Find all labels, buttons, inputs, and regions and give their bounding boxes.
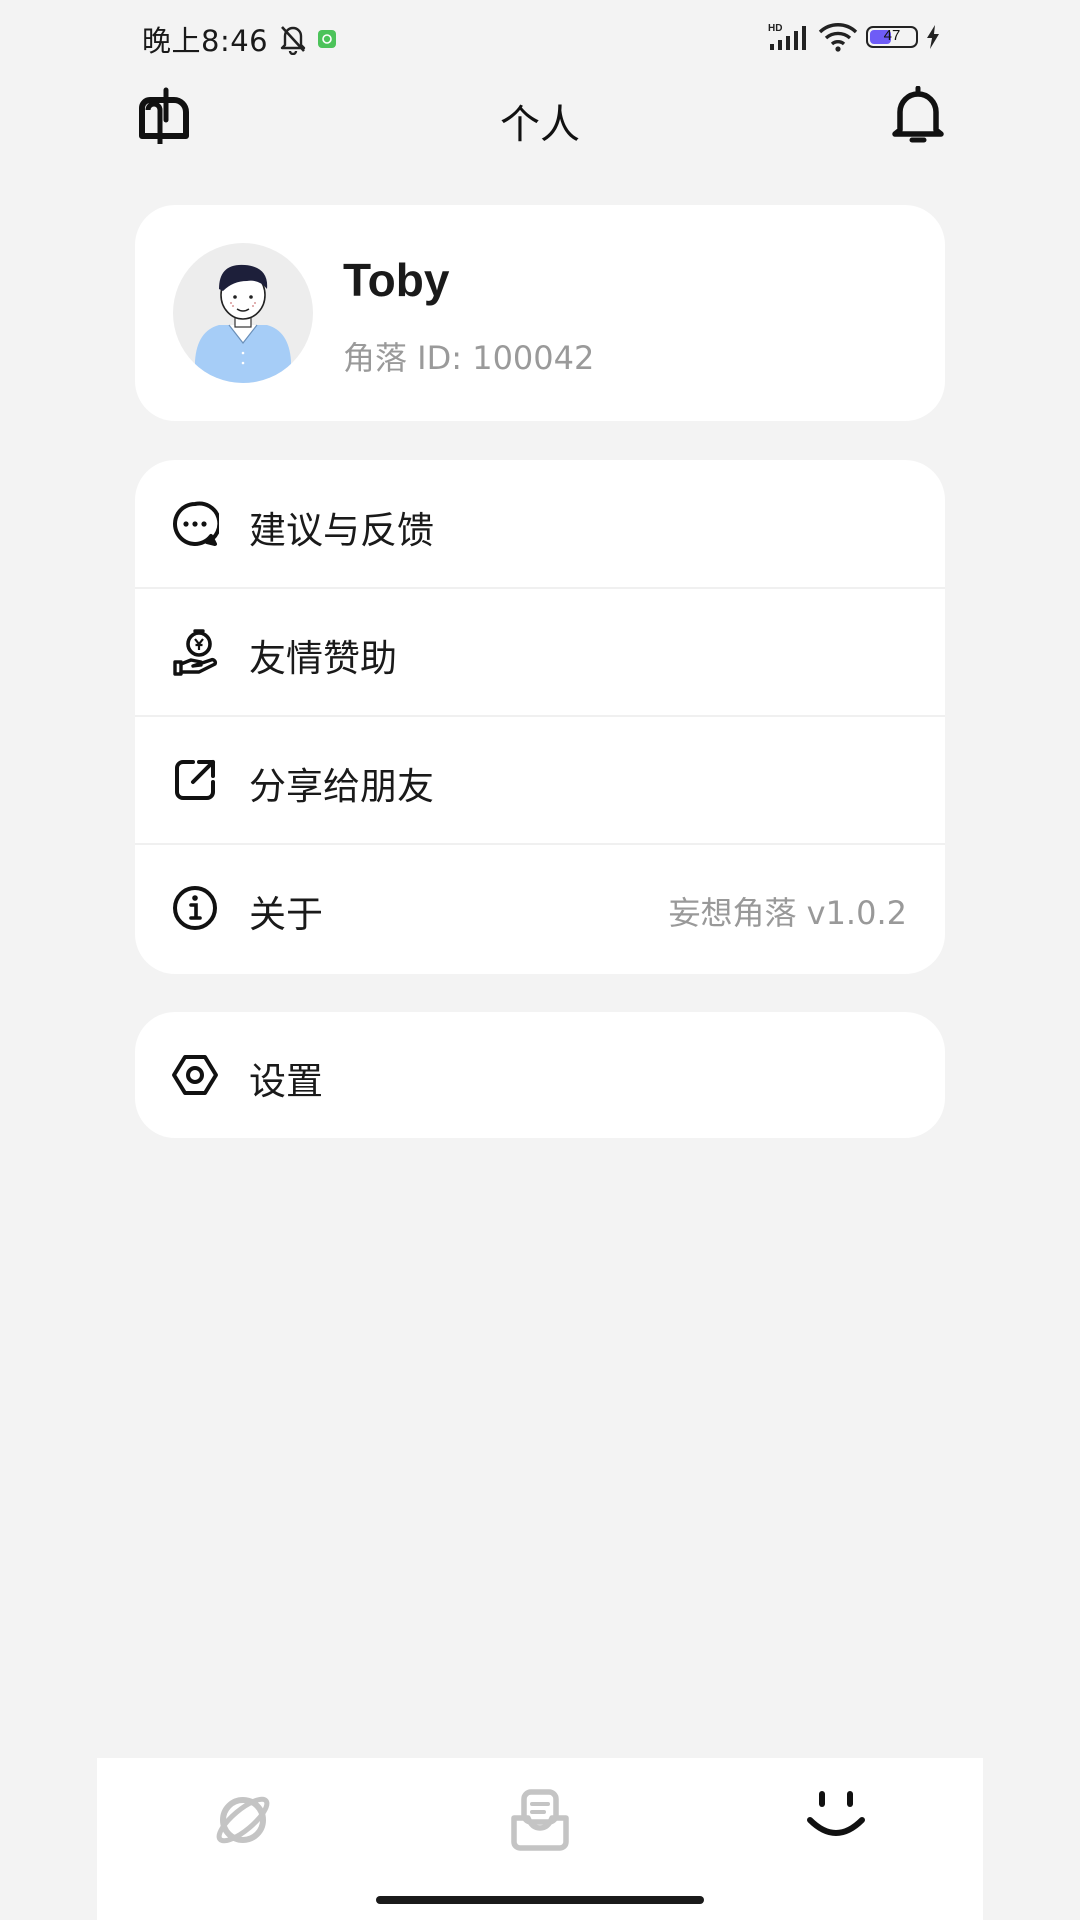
profile-card[interactable]: Toby 角落 ID: 100042 xyxy=(135,205,945,421)
menu-item-about[interactable]: 关于 妄想角落 v1.0.2 xyxy=(135,844,945,972)
inbox-tray-icon[interactable] xyxy=(508,1788,572,1852)
planet-icon[interactable] xyxy=(211,1788,275,1852)
menu-item-share[interactable]: 分享给朋友 xyxy=(135,716,945,844)
chat-bubble-icon xyxy=(173,501,219,546)
status-right: HD 47 xyxy=(768,22,940,52)
page-header: 个人 xyxy=(0,80,1080,170)
mute-bell-icon xyxy=(280,26,306,55)
profile-name: Toby xyxy=(343,254,450,306)
settings-label: 设置 xyxy=(249,1060,323,1103)
bell-icon[interactable] xyxy=(890,86,946,146)
hex-gear-icon xyxy=(172,1055,218,1095)
menu-item-sponsor[interactable]: 友情赞助 xyxy=(135,588,945,716)
battery-percent: 47 xyxy=(883,27,901,44)
info-icon xyxy=(173,886,217,930)
home-indicator[interactable] xyxy=(376,1896,704,1904)
status-bar: 晚上8:46 HD 47 xyxy=(0,0,1080,76)
wifi-icon xyxy=(818,23,858,52)
avatar-illustration xyxy=(195,264,291,383)
menu-item-label: 建议与反馈 xyxy=(249,509,434,552)
smile-icon[interactable] xyxy=(804,1788,868,1852)
app-notification-icon xyxy=(318,30,337,48)
charging-icon xyxy=(927,25,939,49)
menu-item-label: 友情赞助 xyxy=(249,637,397,680)
share-external-icon xyxy=(175,760,215,800)
menu-item-label: 关于 xyxy=(249,893,323,936)
profile-screen: 晚上8:46 HD 47 个人 Toby 角落 ID: 100042 建议与反馈… xyxy=(0,0,1080,1920)
battery-icon: 47 xyxy=(866,26,918,48)
menu-item-settings[interactable]: 设置 xyxy=(135,1012,945,1138)
status-time: 晚上8:46 xyxy=(142,24,269,58)
app-version: 妄想角落 v1.0.2 xyxy=(668,894,907,932)
avatar[interactable] xyxy=(173,243,313,383)
menu-item-label: 分享给朋友 xyxy=(249,765,434,808)
signal-icon: HD xyxy=(768,23,806,50)
menu-card: 建议与反馈 友情赞助 分享给朋友 关于 妄想角落 v1.0.2 xyxy=(135,460,945,974)
network-label: HD xyxy=(768,23,782,34)
profile-id: 角落 ID: 100042 xyxy=(343,339,595,377)
money-bag-hand-icon xyxy=(173,629,217,676)
menu-item-feedback[interactable]: 建议与反馈 xyxy=(135,460,945,588)
settings-card: 设置 xyxy=(135,1012,945,1138)
status-left: 晚上8:46 xyxy=(142,18,337,60)
